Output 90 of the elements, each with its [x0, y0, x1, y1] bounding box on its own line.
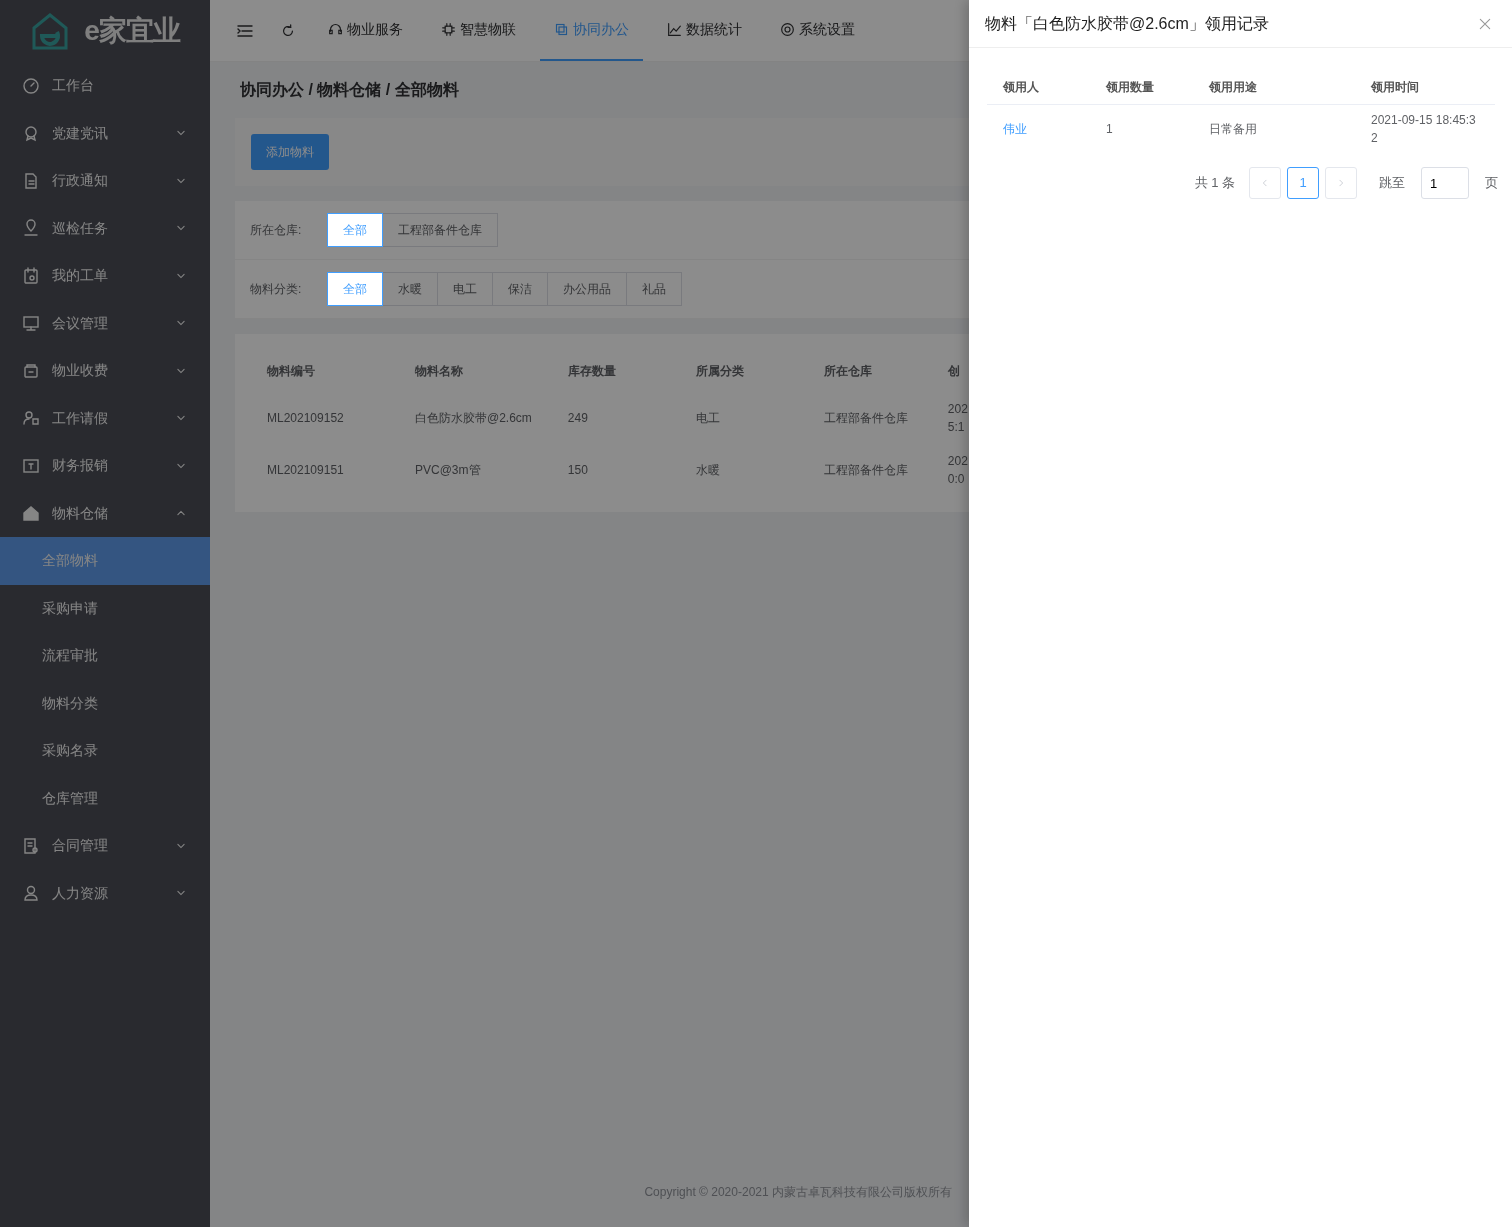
sidebar-item[interactable]: 巡检任务 [0, 204, 210, 252]
location-pin-icon [22, 219, 40, 238]
previous-page-button[interactable] [1249, 167, 1281, 199]
table-cell-text: 水暖 [695, 462, 720, 479]
table-cell-text: 249 [567, 410, 588, 427]
gauge-icon [22, 76, 40, 95]
page-button[interactable]: 1 [1287, 167, 1319, 199]
sidebar-item[interactable]: 工作请假 [0, 394, 210, 442]
column-header: 领用时间 [1355, 70, 1495, 105]
sidebar-item[interactable]: 工作台 [0, 62, 210, 110]
table-cell-text: 白色防水胶带@2.6cm [415, 410, 532, 427]
sidebar-item[interactable]: 行政通知 [0, 157, 210, 205]
table-cell: 日常备用 [1193, 104, 1355, 153]
people-icon [22, 409, 40, 428]
user-link[interactable]: 伟业 [1003, 122, 1027, 136]
filter-label: 物料分类: [250, 281, 303, 298]
logo-text: e家宜业 [84, 14, 180, 48]
sidebar-subitem[interactable]: 物料分类 [0, 679, 210, 727]
column-header: 所在仓库 [822, 363, 873, 380]
sidebar-item[interactable]: 人力资源 [0, 869, 210, 917]
calendar-icon [22, 266, 40, 285]
filter-option[interactable]: 保洁 [492, 272, 548, 306]
nav-tab[interactable]: 协同办公 [540, 0, 643, 61]
filter-option[interactable]: 礼品 [626, 272, 682, 306]
monitor-icon [22, 314, 40, 333]
receipt-icon [22, 456, 40, 475]
filter-option[interactable]: 电工 [437, 272, 493, 306]
column-header: 库存数量 [566, 363, 617, 380]
table-cell-text: ML202109152 [267, 410, 344, 427]
total-count: 共 1 条 [1194, 174, 1235, 193]
filter-option[interactable]: 工程部备件仓库 [382, 213, 498, 247]
table-cell-text: 工程部备件仓库 [823, 410, 908, 427]
table-cell-text: PVC@3m管 [415, 462, 481, 479]
sidebar-item[interactable]: 物业收费 [0, 347, 210, 395]
chip-icon [441, 22, 456, 37]
chevron-right-icon [1336, 178, 1346, 188]
sidebar-item[interactable]: 党建党讯 [0, 109, 210, 157]
table-cell-text: 150 [567, 462, 588, 479]
sidebar-item[interactable]: 合同管理 [0, 822, 210, 870]
page-unit-label: 页 [1485, 174, 1498, 193]
wallet-icon [22, 361, 40, 380]
table-cell-text: 电工 [695, 410, 720, 427]
table-cell-text: 202 0:0 [947, 453, 968, 488]
table-cell: 1 [1090, 104, 1193, 153]
column-header: 所属分类 [694, 363, 745, 380]
nav-tab[interactable]: 智慧物联 [427, 0, 530, 61]
column-header: 创 [946, 363, 961, 380]
column-header: 领用人 [987, 70, 1090, 105]
document-icon [22, 171, 40, 190]
column-header: 领用数量 [1090, 70, 1193, 105]
breadcrumb: 协同办公 / 物料仓储 / 全部物料 [240, 81, 459, 98]
sidebar-subitem[interactable]: 仓库管理 [0, 774, 210, 822]
filter-option[interactable]: 水暖 [382, 272, 438, 306]
person-icon [22, 884, 40, 903]
nav-tab[interactable]: 物业服务 [314, 0, 417, 61]
next-page-button[interactable] [1325, 167, 1357, 199]
sidebar-item[interactable]: 会议管理 [0, 299, 210, 347]
column-header: 物料名称 [414, 363, 464, 380]
page-jump-field[interactable]: 1 [1421, 167, 1469, 199]
filter-option[interactable]: 全部 [327, 272, 383, 306]
line-chart-icon [667, 22, 682, 37]
close-icon [1478, 17, 1492, 32]
headset-icon [328, 22, 343, 37]
filter-label: 所在仓库: [250, 222, 303, 239]
refresh-icon [280, 22, 296, 39]
logo-icon [30, 12, 71, 50]
medal-icon [22, 124, 40, 143]
nav-tab[interactable]: 系统设置 [766, 0, 869, 61]
column-header: 领用用途 [1193, 70, 1355, 105]
copy-icon [554, 22, 569, 37]
sidebar-item[interactable]: 物料仓储 [0, 489, 210, 537]
sidebar-item[interactable]: 财务报销 [0, 442, 210, 490]
contract-icon [22, 836, 40, 855]
table-cell-text: ML202109151 [267, 462, 344, 479]
sidebar-subitem[interactable]: 流程审批 [0, 632, 210, 680]
jump-label: 跳至 [1379, 174, 1405, 193]
table-cell: 2021-09-15 18:45:3 2 [1355, 104, 1495, 153]
table-cell-text: 202 5:1 [947, 401, 968, 436]
table-cell-text: 工程部备件仓库 [823, 462, 908, 479]
add-material-button[interactable]: 添加物料 [251, 134, 329, 170]
column-header: 物料编号 [266, 363, 316, 380]
sidebar-item[interactable]: 我的工单 [0, 252, 210, 300]
chevron-left-icon [1260, 178, 1270, 188]
nav-tab[interactable]: 数据统计 [653, 0, 756, 61]
filter-option[interactable]: 全部 [327, 213, 383, 247]
filter-option[interactable]: 办公用品 [547, 272, 627, 306]
drawer-title: 物料「白色防水胶带@2.6cm」领用记录 [985, 13, 1269, 34]
sidebar-subitem[interactable]: 全部物料 [0, 537, 210, 585]
sidebar-subitem[interactable]: 采购名录 [0, 727, 210, 775]
house-icon [22, 504, 40, 523]
